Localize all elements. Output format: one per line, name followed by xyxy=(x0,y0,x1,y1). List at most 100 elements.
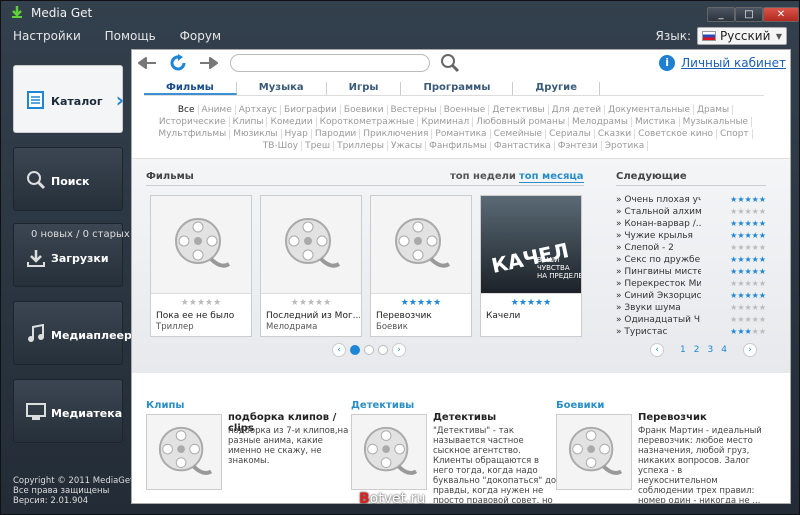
genre-link[interactable]: Семейные xyxy=(490,129,547,139)
sidebar-item-catalog[interactable]: Каталог › xyxy=(13,65,124,133)
list-item[interactable]: » Конан-варвар /... ★★★★★ xyxy=(616,219,766,231)
next-page-icon[interactable]: › xyxy=(392,343,406,357)
genre-link[interactable]: Пародии xyxy=(311,129,361,139)
genre-link[interactable]: Треш xyxy=(302,141,335,151)
copyright: Copyright © 2011 MediaGet2 Все права защ… xyxy=(13,476,139,506)
film-card[interactable]: ★★★★★ Последний из Мог... Мелодрама xyxy=(260,195,362,337)
maximize-button[interactable]: □ xyxy=(735,7,763,22)
genre-link[interactable]: Военные xyxy=(440,105,490,115)
page-dot[interactable] xyxy=(364,345,374,355)
sidebar-item-mediaplayer[interactable]: Медиаплеер xyxy=(13,301,132,365)
genre-link[interactable]: Боевики xyxy=(340,105,388,115)
featured-item[interactable]: Детективы Детективы "Детективы" - так назы… xyxy=(351,400,556,503)
genre-link[interactable]: Аниме xyxy=(198,105,236,115)
film-card[interactable]: ★★★★★ Пока ее не было Триллер xyxy=(150,195,252,337)
list-item[interactable]: » Пингвины мисте... ★★★★★ xyxy=(616,267,766,279)
featured-category[interactable]: Боевики xyxy=(556,400,604,411)
prev-page-icon[interactable]: ‹ xyxy=(332,343,346,357)
genre-link[interactable]: Биографии xyxy=(281,105,341,115)
close-button[interactable]: ✕ xyxy=(763,7,799,22)
featured-item[interactable]: Клипы подборка клипов / clips подборка из … xyxy=(146,400,348,500)
featured-category[interactable]: Детективы xyxy=(351,400,414,411)
list-item[interactable]: » Чужие крылья ★★★★★ xyxy=(616,231,766,243)
menu-settings[interactable]: Настройки xyxy=(13,29,81,43)
personal-cabinet-link[interactable]: Личный кабинет xyxy=(681,56,786,70)
forward-arrow-icon[interactable] xyxy=(198,53,218,73)
genre-link[interactable]: Для детей xyxy=(548,105,606,115)
search-icon[interactable] xyxy=(440,53,460,73)
genre-link[interactable]: Детективы xyxy=(489,105,549,115)
menu-forum[interactable]: Форум xyxy=(180,29,221,43)
genre-link[interactable]: Нуар xyxy=(281,129,312,139)
next-page-icon[interactable]: › xyxy=(742,343,757,357)
genre-link[interactable]: Комедии xyxy=(267,117,317,127)
tab-other[interactable]: Другие xyxy=(513,82,600,95)
list-item[interactable]: » Туристас ★★★★★ xyxy=(616,327,766,339)
prev-page-icon[interactable]: ‹ xyxy=(650,343,664,357)
genre-link[interactable]: Артхаус xyxy=(235,105,281,115)
list-item[interactable]: » Синий Экзорцис... ★★★★★ xyxy=(616,291,766,303)
list-item[interactable]: » Секс по дружбе ★★★★★ xyxy=(616,255,766,267)
page-number[interactable]: 2 xyxy=(692,345,702,355)
page-number[interactable]: 3 xyxy=(705,345,715,355)
refresh-icon[interactable] xyxy=(168,53,188,73)
genre-link[interactable]: ТВ-Шоу xyxy=(259,141,303,151)
search-input[interactable] xyxy=(230,54,430,72)
genre-link[interactable]: Фэнтези xyxy=(554,141,602,151)
back-arrow-icon[interactable] xyxy=(138,53,158,73)
genre-link[interactable]: Советское кино xyxy=(635,129,718,139)
film-card[interactable]: КАЧЕЛ ВАШИ ЧУВСТВА НА ПРЕДЕЛЕ ★★★★★ Качели xyxy=(480,195,582,337)
genre-link[interactable]: Клипы xyxy=(229,117,268,127)
page-number[interactable]: 4 xyxy=(719,345,729,355)
page-dot[interactable] xyxy=(378,345,388,355)
genre-link[interactable]: Все xyxy=(174,105,199,115)
list-item[interactable]: » Одинадцатый Ч... ★★★★★ xyxy=(616,315,766,327)
genre-link[interactable]: Исторические xyxy=(155,117,230,127)
tab-top-month[interactable]: топ месяца xyxy=(519,171,584,183)
genre-link[interactable]: Ужасы xyxy=(388,141,427,151)
genre-link[interactable]: Драмы xyxy=(693,105,734,115)
genre-link[interactable]: Спорт xyxy=(717,129,753,139)
tab-programs[interactable]: Программы xyxy=(401,82,514,95)
genre-link[interactable]: Криминал xyxy=(418,117,474,127)
tab-games[interactable]: Игры xyxy=(327,82,402,95)
list-item[interactable]: » Перекресток Ми... ★★★★★ xyxy=(616,279,766,291)
language-dropdown[interactable]: Русский ▼ xyxy=(697,27,787,45)
genre-link[interactable]: Романтика xyxy=(432,129,491,139)
genre-link[interactable]: Мистика xyxy=(631,117,680,127)
list-item[interactable]: » Стальной алхим... ★★★★★ xyxy=(616,207,766,219)
genre-link[interactable]: Приключения xyxy=(360,129,433,139)
genre-link[interactable]: Любовный романы xyxy=(473,117,570,127)
genre-link[interactable]: Эротика xyxy=(601,141,649,151)
page-dot[interactable] xyxy=(350,345,360,355)
genre-link[interactable]: Сериалы xyxy=(546,129,595,139)
menu-help[interactable]: Помощь xyxy=(105,29,156,43)
genre-link[interactable]: Мюзиклы xyxy=(230,129,282,139)
featured-title[interactable]: Детективы xyxy=(433,412,496,423)
genre-link[interactable]: Документальные xyxy=(605,105,694,115)
featured-title[interactable]: Перевозчик xyxy=(638,412,707,423)
sidebar-item-search[interactable]: Поиск xyxy=(13,147,123,211)
tab-films[interactable]: Фильмы xyxy=(144,82,237,95)
genre-link[interactable]: Короткометражные xyxy=(316,117,419,127)
page-number[interactable]: 1 xyxy=(678,345,688,355)
featured-category[interactable]: Клипы xyxy=(146,400,184,411)
genre-link[interactable]: Музыкальные xyxy=(679,117,753,127)
tab-top-week[interactable]: топ недели xyxy=(450,171,516,182)
genre-link[interactable]: Вестерны xyxy=(387,105,441,115)
list-item[interactable]: » Слепой - 2 ★★★★★ xyxy=(616,243,766,255)
genre-link[interactable]: Триллеры xyxy=(334,141,388,151)
film-genre: Мелодрама xyxy=(266,322,318,332)
genre-link[interactable]: Мультфильмы xyxy=(155,129,231,139)
minimize-button[interactable]: _ xyxy=(707,7,735,22)
featured-item[interactable]: Боевики Перевозчик Франк Мартин - идеальны… xyxy=(556,400,762,503)
genre-link[interactable]: Фантастика xyxy=(490,141,555,151)
genre-link[interactable]: Сказки xyxy=(594,129,636,139)
genre-link[interactable]: Мелодрамы xyxy=(569,117,632,127)
list-item[interactable]: » Звуки шума ★★★★★ xyxy=(616,303,766,315)
genre-link[interactable]: Фанфильмы xyxy=(426,141,491,151)
tab-music[interactable]: Музыка xyxy=(237,82,327,95)
film-card[interactable]: ★★★★★ Перевозчик Боевик xyxy=(370,195,472,337)
sidebar-item-medialib[interactable]: Медиатека xyxy=(13,379,123,443)
list-item[interactable]: » Очень плохая уча... ★★★★★ xyxy=(616,195,766,207)
